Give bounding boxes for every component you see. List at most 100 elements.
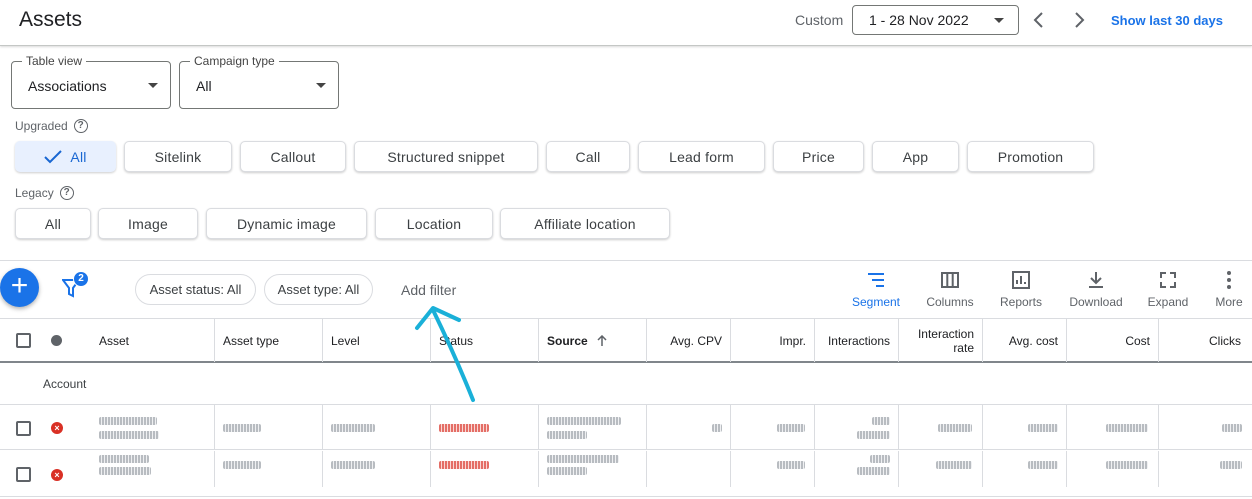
column-divider	[538, 451, 539, 487]
column-divider	[982, 451, 983, 487]
column-divider	[538, 405, 539, 450]
campaign-type-select[interactable]: Campaign type All	[179, 54, 339, 109]
chip-price[interactable]: Price	[773, 141, 864, 172]
column-interactions[interactable]: Interactions	[818, 319, 890, 362]
chip-affiliate-location[interactable]: Affiliate location	[500, 208, 670, 239]
chip-label: Dynamic image	[236, 215, 337, 232]
account-label: Account	[43, 377, 87, 391]
chip-label: Lead form	[669, 148, 734, 165]
table-header: Asset Asset type Level Status Source Avg…	[0, 318, 1252, 363]
table-row[interactable]: ×	[0, 451, 1252, 497]
chip-sitelink[interactable]: Sitelink	[124, 141, 232, 172]
column-divider	[730, 405, 731, 450]
column-divider	[646, 319, 647, 362]
chip-call[interactable]: Call	[546, 141, 630, 172]
asset-type-filter-pill[interactable]: Asset type: All	[264, 274, 373, 305]
chip-upgraded-all[interactable]: All	[15, 141, 116, 172]
add-filter-button[interactable]: Add filter	[401, 282, 456, 298]
status-dot-icon	[51, 335, 62, 346]
columns-icon	[941, 272, 959, 288]
help-icon[interactable]: ?	[59, 186, 74, 200]
redacted-status	[439, 424, 489, 432]
column-clicks[interactable]: Clicks	[1162, 319, 1241, 362]
table-view-select[interactable]: Table view Associations	[11, 54, 171, 109]
download-icon	[1089, 272, 1103, 288]
table-view-label: Table view	[22, 54, 87, 68]
column-divider	[730, 319, 731, 362]
more-button[interactable]: More	[1194, 270, 1252, 314]
redacted-interactions	[857, 431, 890, 439]
redacted-source	[547, 431, 587, 439]
chip-label: Image	[128, 215, 168, 232]
column-asset-type[interactable]: Asset type	[223, 319, 318, 362]
column-divider	[814, 405, 815, 450]
plus-icon: +	[10, 269, 29, 302]
chip-lead-form[interactable]: Lead form	[638, 141, 765, 172]
columns-button[interactable]: Columns	[915, 270, 985, 314]
chip-promotion[interactable]: Promotion	[967, 141, 1094, 172]
previous-period-button[interactable]	[1031, 10, 1047, 30]
expand-button[interactable]: Expand	[1133, 270, 1203, 314]
dropdown-caret-icon	[316, 83, 326, 88]
column-divider	[1158, 405, 1159, 450]
chip-legacy-all[interactable]: All	[15, 208, 91, 239]
chip-app[interactable]: App	[872, 141, 959, 172]
column-divider	[814, 451, 815, 487]
pill-label: Asset status: All	[149, 282, 242, 297]
redacted-interactions	[870, 455, 890, 463]
column-divider	[982, 319, 983, 362]
row-checkbox[interactable]	[16, 467, 31, 482]
tool-label: Segment	[851, 295, 901, 309]
column-divider	[982, 405, 983, 450]
tool-label: Columns	[926, 295, 974, 309]
segment-icon	[868, 273, 884, 287]
chip-structured-snippet[interactable]: Structured snippet	[354, 141, 538, 172]
custom-label: Custom	[795, 12, 844, 28]
chip-label: Affiliate location	[534, 215, 636, 232]
column-impr[interactable]: Impr.	[734, 319, 806, 362]
select-all-checkbox[interactable]	[16, 333, 31, 348]
segment-button[interactable]: Segment	[841, 270, 911, 314]
column-source[interactable]: Source	[547, 319, 642, 362]
chip-image[interactable]: Image	[98, 208, 198, 239]
column-cost[interactable]: Cost	[1070, 319, 1150, 362]
column-divider	[646, 405, 647, 450]
redacted-clicks	[1222, 424, 1242, 432]
asset-status-filter-pill[interactable]: Asset status: All	[135, 274, 256, 305]
checkmark-icon	[44, 149, 63, 163]
redacted-asset	[99, 417, 157, 425]
download-button[interactable]: Download	[1061, 270, 1131, 314]
add-button[interactable]: +	[0, 268, 39, 307]
row-checkbox[interactable]	[16, 421, 31, 436]
chevron-left-icon	[1033, 12, 1043, 28]
chip-label: App	[902, 148, 929, 165]
redacted-asset-type	[223, 461, 261, 469]
section-divider	[0, 260, 1252, 261]
chip-location[interactable]: Location	[375, 208, 493, 239]
column-avg-cost[interactable]: Avg. cost	[986, 319, 1058, 362]
column-divider	[430, 451, 431, 487]
redacted-source	[547, 467, 587, 475]
help-icon[interactable]: ?	[73, 119, 88, 133]
filter-count-badge: 2	[73, 271, 89, 287]
removed-status-icon: ×	[51, 422, 63, 434]
expand-icon	[1160, 272, 1176, 288]
chip-callout[interactable]: Callout	[240, 141, 346, 172]
table-row[interactable]: ×	[0, 405, 1252, 450]
table-view-value: Associations	[28, 78, 107, 94]
column-interaction-rate[interactable]: Interaction rate	[902, 319, 974, 362]
dropdown-caret-icon	[994, 18, 1004, 23]
redacted-source	[547, 455, 619, 463]
chip-dynamic-image[interactable]: Dynamic image	[206, 208, 367, 239]
reports-button[interactable]: Reports	[986, 270, 1056, 314]
column-divider	[898, 405, 899, 450]
chip-label: All	[44, 215, 62, 232]
date-range-select[interactable]: 1 - 28 Nov 2022	[852, 5, 1019, 35]
column-asset[interactable]: Asset	[99, 319, 209, 362]
annotation-arrow-icon	[415, 306, 475, 402]
header-bar: Assets Custom 1 - 28 Nov 2022 Show last …	[0, 0, 1252, 46]
next-period-button[interactable]	[1071, 10, 1087, 30]
column-avg-cpv[interactable]: Avg. CPV	[650, 319, 722, 362]
tool-label: More	[1215, 295, 1243, 309]
show-last-30-days-link[interactable]: Show last 30 days	[1111, 13, 1223, 28]
